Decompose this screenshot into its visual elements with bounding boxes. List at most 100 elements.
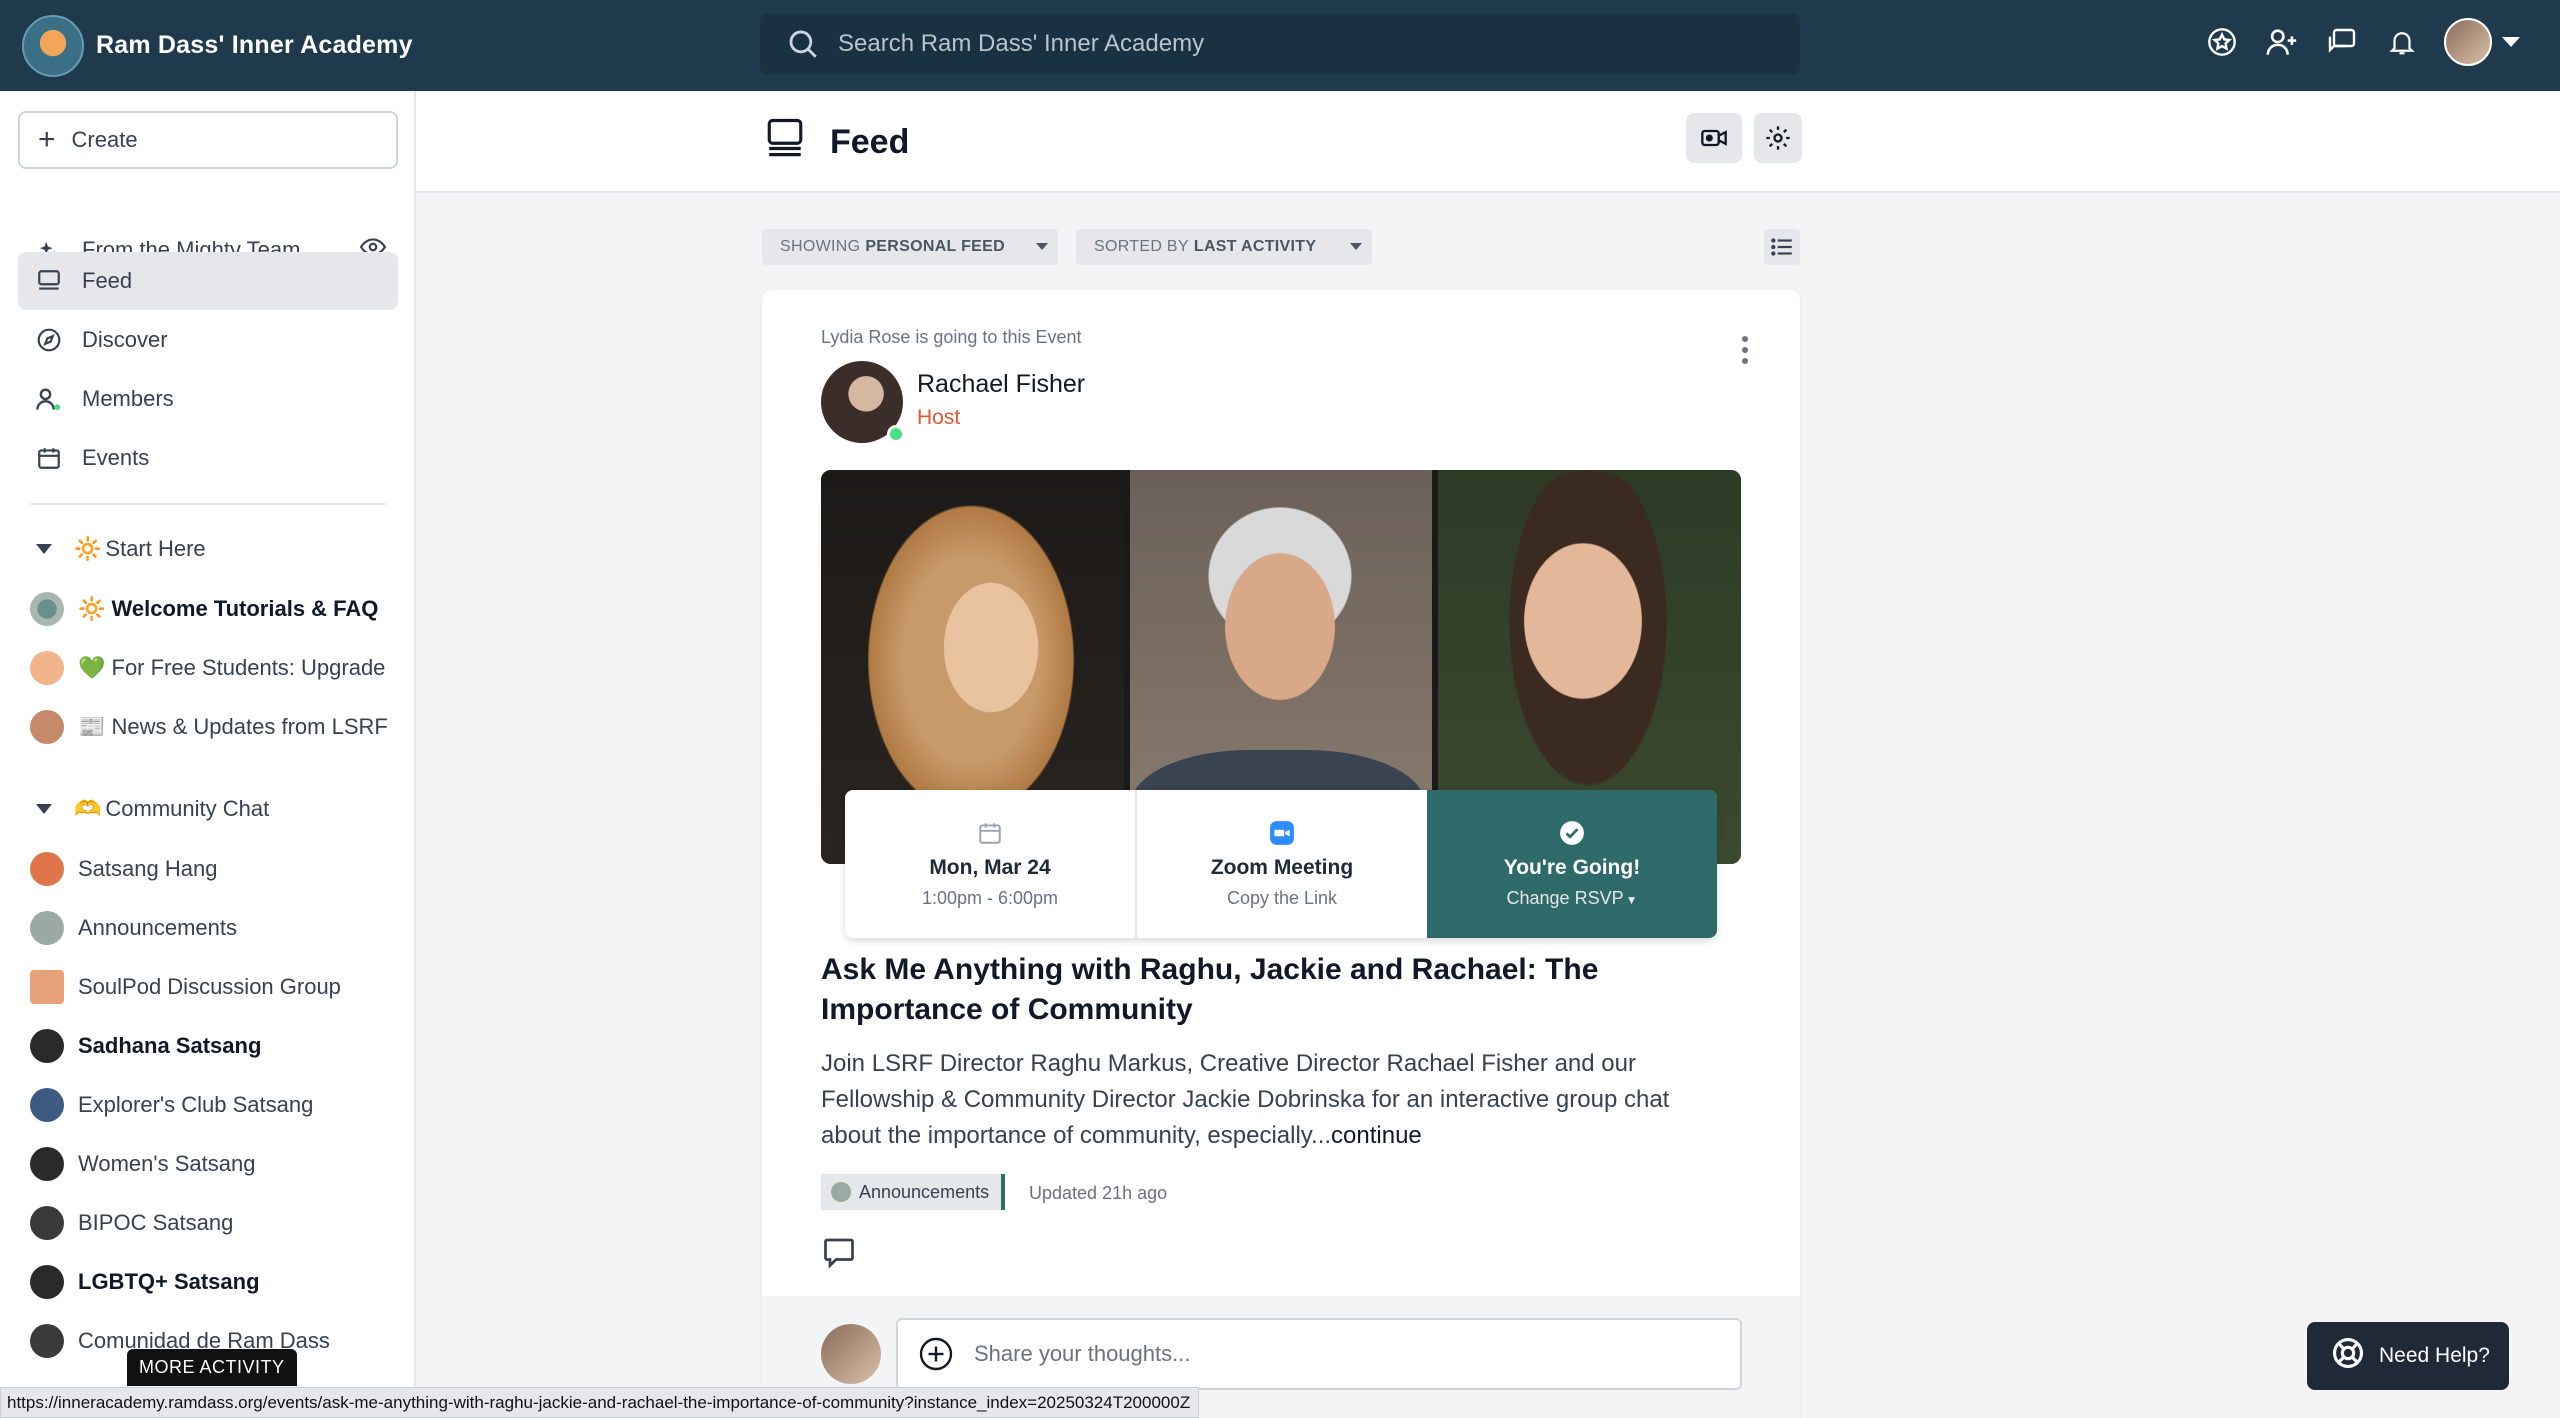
search-input[interactable]: [838, 30, 1738, 58]
sidebar-space[interactable]: Sadhana Satsang: [30, 1029, 390, 1063]
sidebar-space[interactable]: Explorer's Club Satsang: [30, 1088, 390, 1122]
sort-prefix: SORTED BY: [1094, 238, 1189, 255]
space-label: Women's Satsang: [78, 1151, 256, 1176]
continue-link[interactable]: continue: [1331, 1122, 1422, 1149]
sidebar-item-events[interactable]: Events: [18, 429, 398, 487]
space-avatar: [30, 1029, 64, 1063]
sidebar-space[interactable]: SoulPod Discussion Group: [30, 970, 390, 1004]
section-emoji: 🫶: [74, 796, 102, 821]
post-card: Lydia Rose is going to this Event Rachae…: [762, 290, 1800, 1418]
settings-button[interactable]: [1754, 113, 1802, 163]
collapse-icon: [36, 544, 52, 554]
sidebar-space[interactable]: 💚 For Free Students: Upgrade: [30, 651, 390, 685]
space-label: Sadhana Satsang: [78, 1033, 262, 1058]
space-avatar: [30, 1265, 64, 1299]
section-start-here[interactable]: 🔆 Start Here: [36, 536, 206, 562]
space-avatar: [831, 1182, 851, 1202]
calendar-icon: [979, 822, 1001, 844]
online-status-dot: [887, 425, 905, 443]
sidebar-space[interactable]: 🔆 Welcome Tutorials & FAQ: [30, 592, 390, 626]
space-label: Satsang Hang: [78, 856, 218, 881]
star-badge-icon[interactable]: [2204, 24, 2240, 60]
members-icon: [34, 384, 64, 414]
change-rsvp[interactable]: Change RSVP ▼: [1507, 888, 1638, 909]
event-time-text: 1:00pm - 6:00pm: [921, 887, 1059, 908]
sidebar-item-discover[interactable]: Discover: [18, 311, 398, 369]
space-avatar: [30, 970, 64, 1004]
bell-icon[interactable]: [2384, 24, 2420, 60]
space-label: Explorer's Club Satsang: [78, 1092, 314, 1117]
comment-icon[interactable]: [821, 1234, 857, 1275]
top-bar: Ram Dass' Inner Academy: [0, 0, 2560, 91]
event-date[interactable]: Mon, Mar 24 1:00pm - 6:00pm: [845, 790, 1135, 938]
brand[interactable]: Ram Dass' Inner Academy: [22, 14, 413, 77]
brand-logo: [22, 14, 84, 77]
plus-icon: +: [38, 123, 56, 156]
space-avatar: [30, 1206, 64, 1240]
event-info-bar: Mon, Mar 24 1:00pm - 6:00pm Zoom Meeting…: [845, 790, 1717, 938]
create-label: Create: [71, 127, 138, 152]
sidebar-space[interactable]: Satsang Hang: [30, 852, 390, 886]
space-label: BIPOC Satsang: [78, 1210, 234, 1235]
sort-dropdown[interactable]: SORTED BY LAST ACTIVITY: [1076, 229, 1372, 265]
reply-box[interactable]: [896, 1318, 1742, 1390]
feed-icon: [34, 266, 64, 296]
section-emoji: 🔆: [74, 536, 102, 561]
chat-icon[interactable]: [2324, 24, 2360, 60]
more-activity-button[interactable]: MORE ACTIVITY: [127, 1349, 297, 1386]
space-avatar: [30, 592, 64, 626]
brand-name: Ram Dass' Inner Academy: [96, 31, 413, 59]
list-view-toggle[interactable]: [1764, 229, 1800, 265]
page-title-text: Feed: [830, 123, 910, 161]
host-name[interactable]: Rachael Fisher: [917, 370, 1085, 399]
space-label: 📰 News & Updates from LSRF: [78, 714, 388, 739]
space-avatar: [30, 1324, 64, 1358]
gear-icon: [1766, 126, 1790, 150]
feed-filter-dropdown[interactable]: SHOWING PERSONAL FEED: [762, 229, 1058, 265]
section-community-chat[interactable]: 🫶 Community Chat: [36, 796, 269, 822]
collapse-icon: [36, 804, 52, 814]
zoom-icon: [1270, 820, 1294, 845]
user-menu[interactable]: [2444, 18, 2520, 66]
need-help-button[interactable]: Need Help?: [2307, 1322, 2509, 1390]
divider: [30, 503, 386, 505]
post-title[interactable]: Ask Me Anything with Raghu, Jackie and R…: [821, 950, 1681, 1030]
sidebar-space[interactable]: 📰 News & Updates from LSRF: [30, 710, 390, 744]
create-button[interactable]: + Create: [18, 111, 398, 169]
post-body-text: Join LSRF Director Raghu Markus, Creativ…: [821, 1050, 1670, 1149]
sidebar-space[interactable]: Announcements: [30, 911, 390, 945]
compass-icon: [34, 325, 64, 355]
add-member-icon[interactable]: [2264, 24, 2300, 60]
copy-link[interactable]: Copy the Link: [1227, 888, 1337, 909]
space-label: LGBTQ+ Satsang: [78, 1269, 260, 1294]
sidebar-item-feed[interactable]: Feed: [18, 252, 398, 310]
video-button[interactable]: [1686, 113, 1742, 163]
filter-value: PERSONAL FEED: [865, 238, 1005, 255]
space-avatar: [30, 710, 64, 744]
change-rsvp-label: Change RSVP: [1506, 887, 1624, 908]
sort-value: LAST ACTIVITY: [1193, 238, 1317, 255]
sidebar-space[interactable]: LGBTQ+ Satsang: [30, 1265, 390, 1299]
more-options-icon[interactable]: [1742, 336, 1748, 369]
sidebar-space[interactable]: Women's Satsang: [30, 1147, 390, 1181]
search-bar[interactable]: [760, 14, 1800, 74]
add-circle-icon[interactable]: [918, 1336, 954, 1372]
space-avatar: [30, 651, 64, 685]
caret-down-icon: [2502, 37, 2520, 47]
calendar-icon: [34, 443, 64, 473]
host-role: Host: [917, 406, 961, 429]
space-tag[interactable]: Announcements: [821, 1174, 1006, 1210]
rsvp-status[interactable]: You're Going! Change RSVP ▼: [1427, 790, 1717, 938]
check-circle-icon: [1560, 820, 1584, 845]
dropdown-arrow-icon: [1350, 243, 1362, 250]
reply-input[interactable]: [974, 1341, 1714, 1367]
event-meeting[interactable]: Zoom Meeting Copy the Link: [1135, 790, 1427, 938]
sidebar-space[interactable]: BIPOC Satsang: [30, 1206, 390, 1240]
need-help-label: Need Help?: [2379, 1344, 2490, 1367]
sidebar-item-members[interactable]: Members: [18, 370, 398, 428]
space-avatar: [30, 1147, 64, 1181]
space-avatar: [30, 1088, 64, 1122]
filter-prefix: SHOWING: [780, 238, 861, 255]
sidebar-item-label: Discover: [82, 327, 168, 352]
section-label: Community Chat: [105, 796, 270, 821]
